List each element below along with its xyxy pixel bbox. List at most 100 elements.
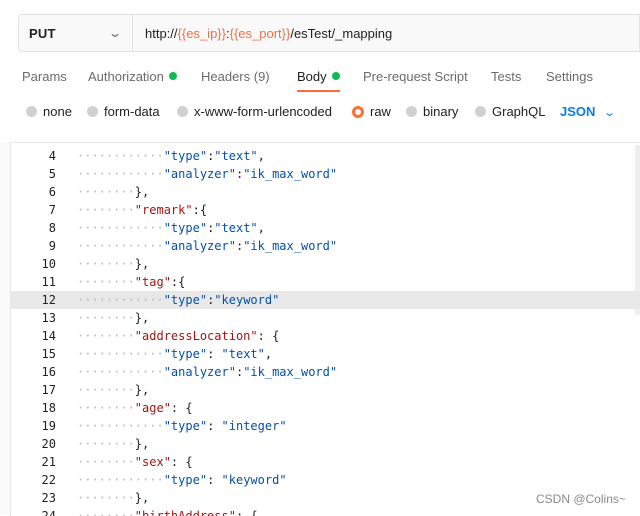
chevron-down-icon: ⌄ [107,26,123,40]
tab-label: Pre-request Script [363,69,468,84]
code-line: 13 ········}, [11,309,640,327]
line-number: 9 [48,239,56,253]
json-string: "ik_max_word" [243,365,338,379]
tab-pre-request-script[interactable]: Pre-request Script [363,69,468,84]
tab-label: Headers (9) [201,69,270,84]
radio-form-data[interactable]: form-data [87,104,160,119]
json-punct: , [257,149,265,163]
active-tab-indicator [297,90,340,92]
whitespace-marker: ············ [77,419,164,433]
url-text: /esTest/_mapping [290,25,393,41]
code-content: ········"addressLocation": { [77,327,279,345]
json-punct: : [207,473,222,487]
method-label: PUT [29,25,56,41]
radio-label: form-data [104,104,160,119]
tab-params[interactable]: Params [22,69,67,84]
code-content: ········}, [77,183,149,201]
code-content: ············"type":"text", [77,219,265,237]
radio-raw[interactable]: raw [352,104,391,119]
radio-selected-icon [352,105,364,118]
whitespace-marker: ········ [77,185,135,199]
url-variable: {{es_ip}} [177,25,226,41]
whitespace-marker: ········ [77,455,135,469]
code-line: 17 ········}, [11,381,640,399]
json-string: "keyword" [214,293,280,307]
line-number: 22 [41,473,56,487]
whitespace-marker: ············ [77,365,164,379]
whitespace-marker: ········ [77,329,135,343]
json-punct: :{ [192,203,208,217]
json-string: "type" [163,293,208,307]
radio-label: raw [370,104,391,119]
chevron-down-icon: ⌄ [603,107,617,119]
whitespace-marker: ········ [77,311,135,325]
line-number: 21 [41,455,56,469]
whitespace-marker: ········ [77,401,135,415]
radio-label: binary [423,104,459,119]
json-string: "integer" [221,419,287,433]
json-string: "text" [221,347,265,361]
tab-body[interactable]: Body [297,69,340,84]
code-line: 16 ············"analyzer":"ik_max_word" [11,363,640,381]
whitespace-marker: ············ [77,239,164,253]
json-punct: }, [134,185,150,199]
json-punct: }, [134,257,150,271]
code-content: ············"analyzer":"ik_max_word" [77,165,337,183]
url-variable: {{es_port}} [229,25,291,41]
tab-label: Settings [546,69,593,84]
line-number: 18 [41,401,56,415]
radio-unselected-icon [26,106,37,117]
json-string: "ik_max_word" [243,167,338,181]
code-editor[interactable]: 4 ············"type":"text", 5 ············… [10,142,640,516]
code-line: 10 ········}, [11,255,640,273]
json-punct: : [207,419,222,433]
tab-tests[interactable]: Tests [491,69,521,84]
radio-none[interactable]: none [26,104,72,119]
format-select[interactable]: JSON ⌄ [560,104,617,119]
line-number: 6 [48,185,56,199]
whitespace-marker: ············ [77,347,164,361]
json-punct: }, [134,311,150,325]
method-select[interactable]: PUT ⌄ [19,15,133,51]
code-content: ········}, [77,255,149,273]
code-content: ············"type":"keyword" [77,291,279,309]
json-string: "analyzer" [163,365,236,379]
code-content: ········}, [77,489,149,507]
json-key: "remark" [134,203,193,217]
tab-label: Params [22,69,67,84]
status-dot-icon [331,72,340,80]
radio-unselected-icon [475,106,486,117]
whitespace-marker: ········ [77,437,135,451]
line-number: 14 [41,329,56,343]
code-line: 7 ········"remark":{ [11,201,640,219]
code-line: 4 ············"type":"text", [11,147,640,165]
code-content: ········"tag":{ [77,273,185,291]
radio-unselected-icon [406,106,417,117]
whitespace-marker: ········ [77,275,135,289]
line-number: 23 [41,491,56,505]
json-string: "analyzer" [163,239,236,253]
whitespace-marker: ········ [77,203,135,217]
code-content: ············"type": "integer" [77,417,287,435]
line-number: 20 [41,437,56,451]
json-string: "text" [214,221,258,235]
radio-label: x-www-form-urlencoded [194,104,332,119]
whitespace-marker: ············ [77,293,164,307]
radio-binary[interactable]: binary [406,104,458,119]
format-select-label: JSON [560,104,596,119]
whitespace-marker: ········ [77,491,135,505]
url-text: http:// [145,25,178,41]
tab-settings[interactable]: Settings [546,69,593,84]
status-dot-icon [168,72,177,80]
whitespace-marker: ············ [77,149,164,163]
code-line: 19 ············"type": "integer" [11,417,640,435]
json-punct: }, [134,383,150,397]
code-line: 11 ········"tag":{ [11,273,640,291]
whitespace-marker: ············ [77,167,164,181]
radio-x-www-form-urlencoded[interactable]: x-www-form-urlencoded [177,104,332,119]
url-input[interactable]: http://{{es_ip}}:{{es_port}}/esTest/_map… [133,26,392,41]
tab-authorization[interactable]: Authorization [88,69,177,84]
radio-label: GraphQL [492,104,546,119]
radio-graphql[interactable]: GraphQL [475,104,545,119]
tab-headers-9[interactable]: Headers (9) [201,69,270,84]
